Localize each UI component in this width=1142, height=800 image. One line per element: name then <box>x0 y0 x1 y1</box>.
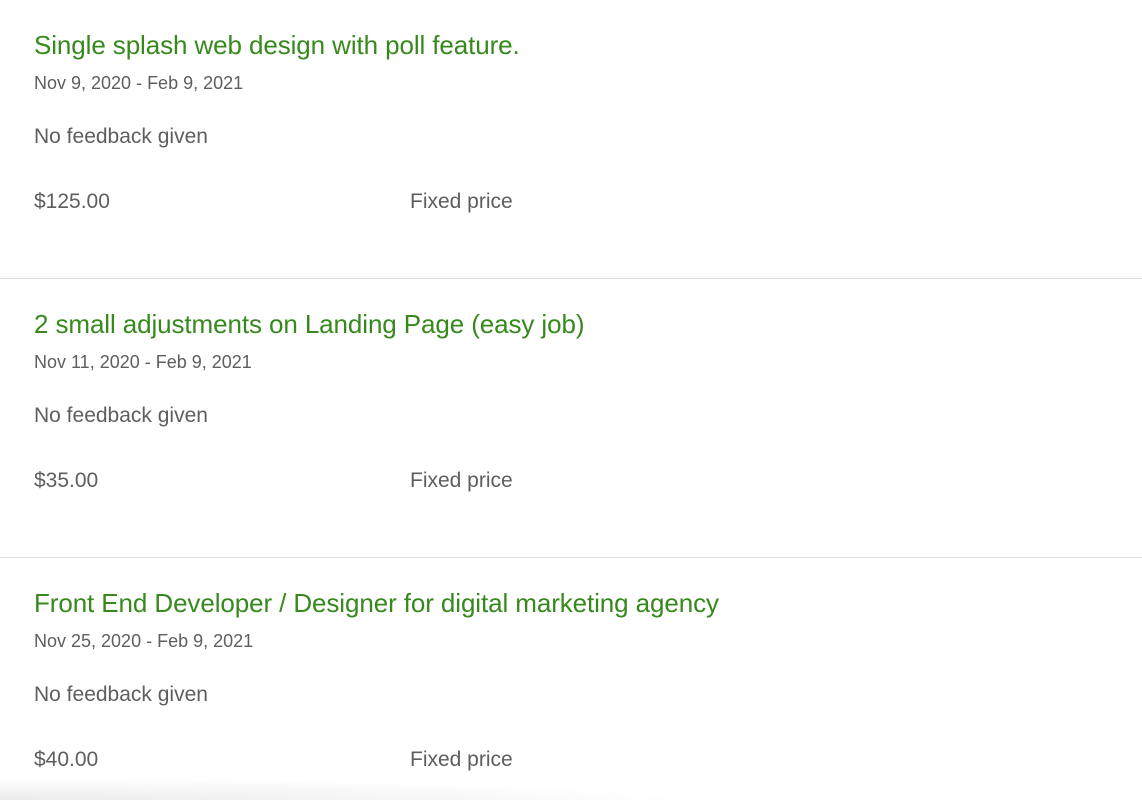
job-feedback: No feedback given <box>34 683 208 706</box>
job-title-link[interactable]: Front End Developer / Designer for digit… <box>34 587 1142 619</box>
job-title-link[interactable]: Single splash web design with poll featu… <box>34 29 1142 61</box>
job-contract-type: Fixed price <box>410 748 513 771</box>
job-feedback: No feedback given <box>34 404 208 427</box>
job-contract-type: Fixed price <box>410 469 513 492</box>
job-date-range: Nov 25, 2020 - Feb 9, 2021 <box>34 631 254 651</box>
job-contract-type: Fixed price <box>410 190 513 213</box>
job-item: Single splash web design with poll featu… <box>0 0 1142 279</box>
job-meta: $35.00 Fixed price <box>34 468 1142 496</box>
job-amount: $35.00 <box>34 469 99 492</box>
job-meta: $40.00 Fixed price <box>34 747 1142 775</box>
job-date-range: Nov 11, 2020 - Feb 9, 2021 <box>34 352 252 372</box>
job-feedback: No feedback given <box>34 125 208 148</box>
job-date-range: Nov 9, 2020 - Feb 9, 2021 <box>34 73 244 93</box>
work-history-list: Single splash web design with poll featu… <box>0 0 1142 800</box>
job-amount: $125.00 <box>34 190 110 213</box>
job-meta: $125.00 Fixed price <box>34 189 1142 217</box>
job-amount: $40.00 <box>34 748 99 771</box>
job-title-link[interactable]: 2 small adjustments on Landing Page (eas… <box>34 308 1142 340</box>
job-item: Front End Developer / Designer for digit… <box>0 558 1142 800</box>
job-item: 2 small adjustments on Landing Page (eas… <box>0 279 1142 558</box>
